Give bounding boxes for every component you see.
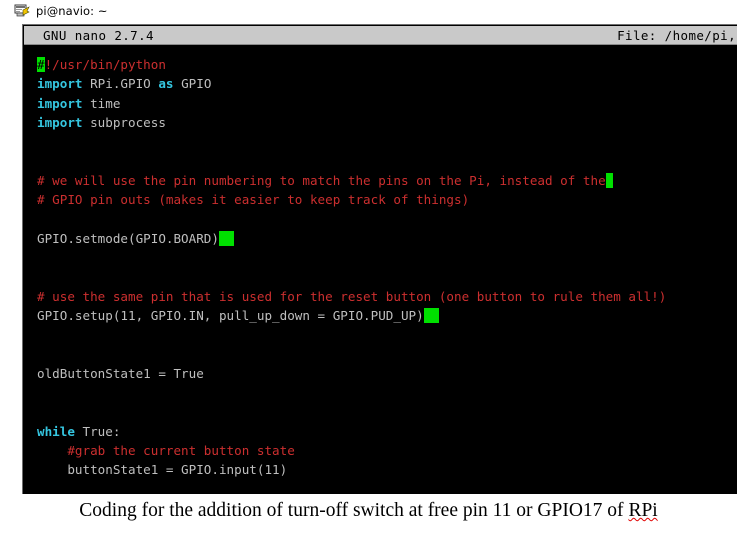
code-token: buttonState1 = GPIO.input(11): [37, 462, 288, 478]
putty-terminal-icon: [14, 3, 30, 19]
code-token: #grab the current button state: [37, 442, 295, 458]
nano-version-label: GNU nano 2.7.4: [43, 27, 154, 43]
caption-text: Coding for the addition of turn-off swit…: [79, 500, 629, 521]
code-token: subprocess: [82, 114, 166, 130]
window-title-bar: pi@navio: ~: [0, 0, 737, 22]
code-token: import: [37, 95, 83, 111]
nano-file-path-label: File: /home/pi,: [617, 27, 736, 43]
code-line: oldButtonState1 = True: [24, 364, 716, 383]
code-line: buttonState1 = GPIO.input(11): [24, 460, 716, 479]
code-token: as: [158, 76, 174, 92]
code-line: #grab the current button state: [24, 441, 716, 460]
code-token: GPIO.setup(11, GPIO.IN, pull_up_down = G…: [37, 307, 424, 323]
terminal-window[interactable]: GNU nano 2.7.4 File: /home/pi, #!/usr/bi…: [22, 24, 737, 494]
code-token: while: [37, 423, 75, 439]
code-token: RPi.GPIO: [82, 76, 159, 92]
code-token: time: [82, 95, 121, 111]
code-token: True:: [74, 423, 121, 439]
code-line: import RPi.GPIO as GPIO: [24, 74, 716, 93]
line-wrap-marker: [605, 172, 614, 188]
code-line: # we will use the pin numbering to match…: [24, 171, 716, 190]
code-line: GPIO.setmode(GPIO.BOARD): [24, 229, 716, 248]
window-title-text: pi@navio: ~: [36, 4, 108, 18]
code-token: import: [37, 76, 83, 92]
code-line: # use the same pin that is used for the …: [24, 287, 716, 306]
terminal-frame: GNU nano 2.7.4 File: /home/pi, #!/usr/bi…: [22, 24, 737, 494]
nano-code-area[interactable]: #!/usr/bin/python import RPi.GPIO as GPIO…: [24, 45, 716, 494]
nano-header-bar: GNU nano 2.7.4 File: /home/pi,: [24, 26, 737, 45]
code-line: #!/usr/bin/python: [24, 55, 716, 74]
code-line: GPIO.setup(11, GPIO.IN, pull_up_down = G…: [24, 306, 716, 325]
line-wrap-marker: [218, 230, 235, 246]
code-token: # use the same pin that is used for the …: [37, 288, 667, 304]
code-line: # GPIO pin outs (makes it easier to keep…: [24, 190, 716, 209]
text-cursor: #: [37, 57, 45, 72]
code-token: GPIO: [173, 76, 212, 92]
code-token: import: [37, 114, 83, 130]
code-token: !/usr/bin/python: [44, 57, 166, 72]
caption-misspelled-word: RPi: [628, 500, 658, 521]
figure-caption: Coding for the addition of turn-off swit…: [0, 500, 737, 522]
line-wrap-marker: [423, 307, 439, 323]
code-line: while True:: [24, 422, 716, 441]
code-line: import time: [24, 94, 716, 113]
code-token: # we will use the pin numbering to match…: [37, 172, 606, 188]
code-token: oldButtonState1 = True: [37, 365, 204, 381]
code-token: GPIO.setmode(GPIO.BOARD): [37, 230, 219, 246]
code-line: import subprocess: [24, 113, 716, 132]
code-token: # GPIO pin outs (makes it easier to keep…: [37, 192, 470, 208]
